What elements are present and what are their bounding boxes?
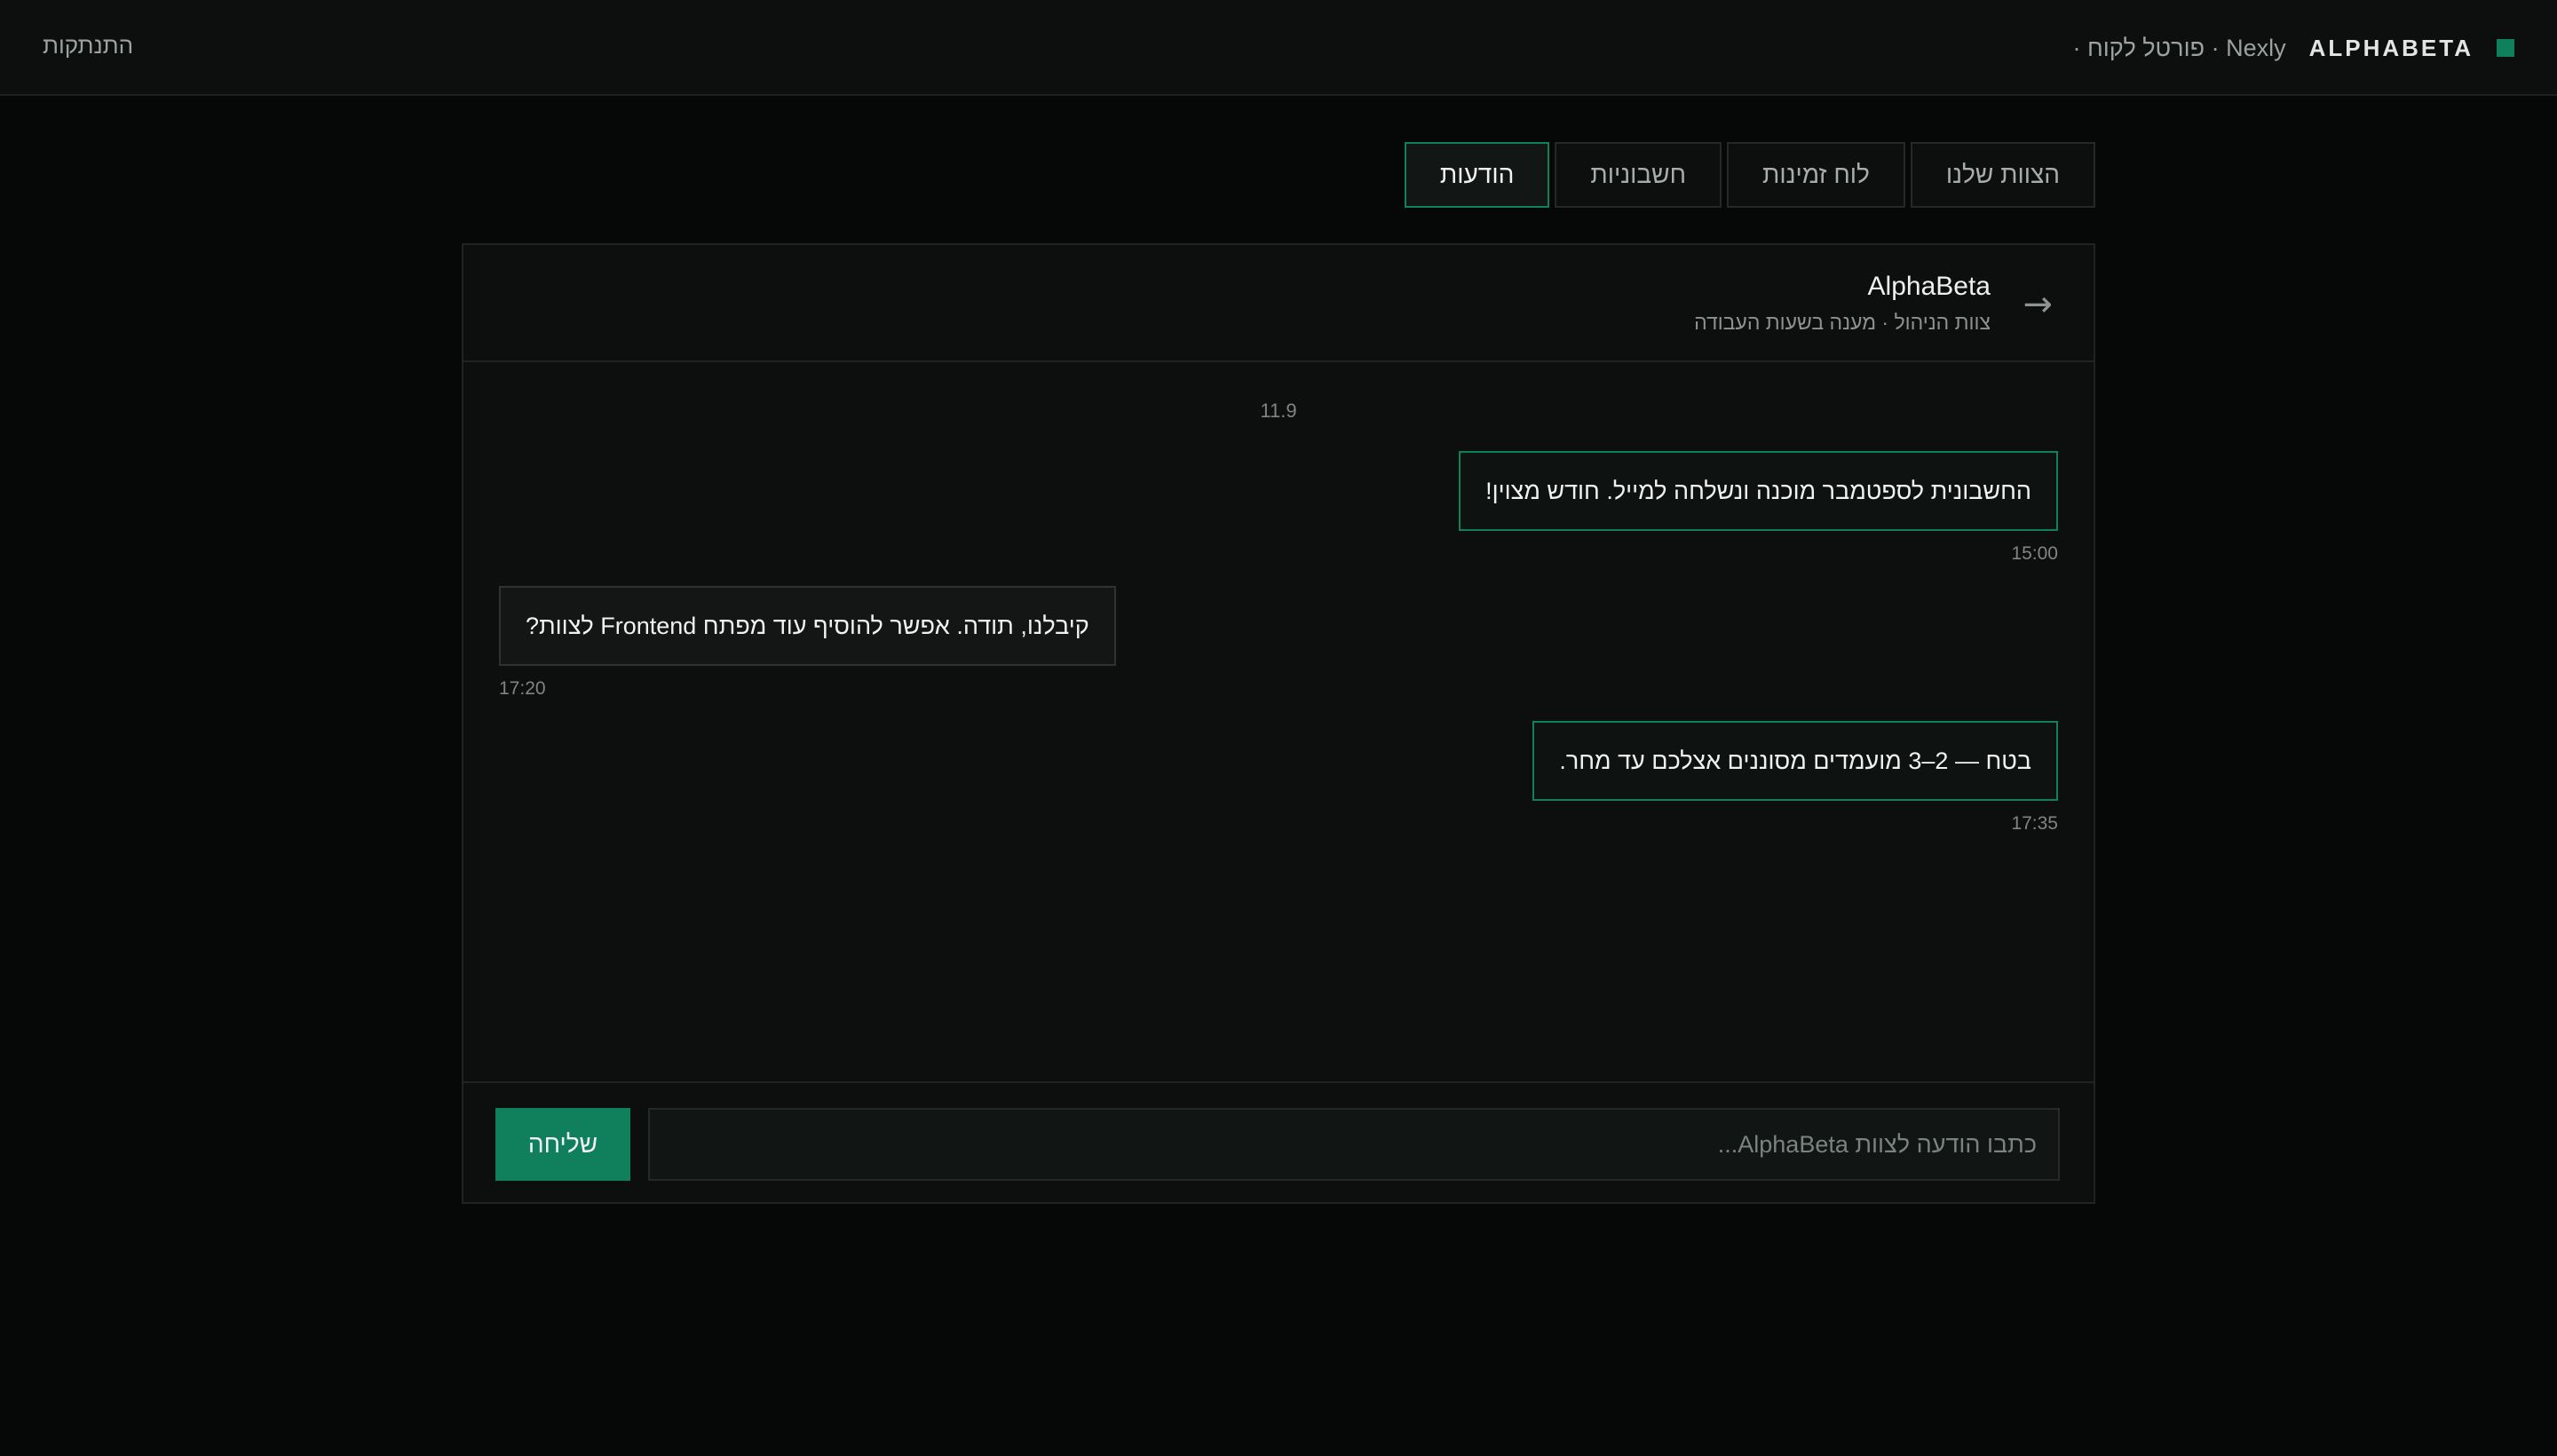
tab-invoices[interactable]: חשבוניות <box>1555 142 1722 208</box>
message-bubble-outgoing: בטח — 2–3 מועמדים מסוננים אצלכם עד מחר. <box>1532 721 2058 801</box>
brand-subtitle: Nexly · פורטל לקוח · <box>2072 34 2286 61</box>
main-tabs: הצוות שלנו לוח זמינות חשבוניות הודעות <box>1404 142 2095 208</box>
chat-panel: → AlphaBeta צוות הניהול · מענה בשעות העב… <box>462 243 2095 1204</box>
message-time: 17:20 <box>499 678 546 699</box>
message-text: בטח — 2–3 מועמדים מסוננים אצלכם עד מחר. <box>1559 747 2031 774</box>
date-separator: 11.9 <box>1260 400 1297 422</box>
message-time: 15:00 <box>2011 543 2058 564</box>
contact-subtitle: צוות הניהול · מענה בשעות העבודה <box>1694 311 1991 334</box>
top-bar: ALPHABETA Nexly · פורטל לקוח · התנתקות <box>0 0 2557 96</box>
message-list[interactable]: 11.9 החשבונית לספטמבר מוכנה ונשלחה למייל… <box>463 364 2094 1083</box>
message-text: החשבונית לספטמבר מוכנה ונשלחה למייל. חוד… <box>1485 477 2031 504</box>
brand-name: ALPHABETA <box>2308 34 2474 61</box>
logout-button[interactable]: התנתקות <box>43 32 133 59</box>
tab-messages[interactable]: הודעות <box>1404 142 1550 208</box>
send-button[interactable]: שליחה <box>495 1108 630 1181</box>
message-bubble-incoming: קיבלנו, תודה. אפשר להוסיף עוד מפתח Front… <box>499 586 1116 666</box>
contact-name: AlphaBeta <box>1867 272 1991 301</box>
tab-availability[interactable]: לוח זמינות <box>1727 142 1905 208</box>
square-logo-icon <box>2497 39 2514 57</box>
brand: ALPHABETA Nexly · פורטל לקוח · <box>2072 30 2514 66</box>
message-composer: שליחה <box>463 1081 2094 1202</box>
chat-header: → AlphaBeta צוות הניהול · מענה בשעות העב… <box>463 245 2094 362</box>
message-time: 17:35 <box>2011 813 2058 834</box>
arrow-right-icon[interactable]: → <box>2023 284 2053 325</box>
message-text: קיבלנו, תודה. אפשר להוסיף עוד מפתח Front… <box>526 612 1089 639</box>
message-bubble-outgoing: החשבונית לספטמבר מוכנה ונשלחה למייל. חוד… <box>1459 451 2058 531</box>
message-input[interactable] <box>648 1108 2060 1181</box>
tab-our-team[interactable]: הצוות שלנו <box>1910 142 2095 208</box>
